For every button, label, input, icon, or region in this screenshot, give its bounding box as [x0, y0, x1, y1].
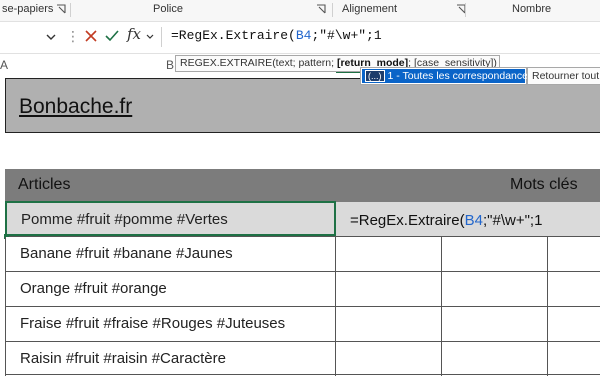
ribbon-separator — [332, 3, 333, 17]
ribbon-group-labels: se-papiers Police Alignement Nombre — [0, 0, 600, 22]
article-cell[interactable]: Fraise #fruit #fraise #Rouges #Juteuses — [5, 307, 336, 341]
keyword-cell[interactable] — [548, 307, 600, 341]
signature-before: REGEX.EXTRAIRE(text; pattern; — [180, 57, 337, 69]
dropdown-option-all-matches[interactable]: (...) 1 - Toutes les correspondances — [362, 69, 533, 83]
formula-suffix: ;"#\w+";1 — [311, 28, 382, 43]
fx-chevron-down-icon[interactable] — [145, 32, 155, 42]
edit-formula-suffix: ;"#\w+";1 — [482, 212, 543, 229]
formula-reference: B4 — [295, 28, 312, 43]
ribbon-group-number: Nombre — [512, 3, 552, 15]
option-description-tooltip: Retourner tout — [527, 67, 600, 85]
keyword-cell[interactable] — [442, 307, 548, 341]
font-launcher-icon[interactable] — [316, 4, 326, 14]
article-cell[interactable]: Raisin #fruit #raisin #Caractère — [5, 342, 336, 376]
formula-input[interactable]: =RegEx.Extraire(B4;"#\w+";1 — [171, 28, 382, 43]
option-label: 1 - Toutes les correspondances — [387, 70, 534, 82]
keyword-cell[interactable] — [548, 342, 600, 376]
ribbon-separator — [70, 3, 71, 17]
edit-formula-reference: B4 — [464, 212, 483, 229]
article-text: Fraise #fruit #fraise #Rouges #Juteuses — [20, 315, 286, 332]
keyword-cell[interactable] — [548, 272, 600, 306]
keyword-cell[interactable] — [336, 307, 442, 341]
article-text: Banane #fruit #banane #Jaunes — [20, 245, 233, 262]
edit-formula-prefix: =RegEx.Extraire( — [350, 212, 465, 229]
ribbon-separator — [465, 3, 466, 17]
column-header-b[interactable]: B — [166, 58, 174, 72]
keyword-cell[interactable] — [336, 237, 442, 271]
keyword-cell[interactable] — [442, 272, 548, 306]
option-badge: (...) — [365, 70, 385, 82]
formula-bar-dots-icon[interactable]: ⋮ — [66, 28, 80, 45]
cancel-formula-icon[interactable] — [84, 29, 98, 43]
formula-bar-separator — [161, 27, 162, 47]
article-cell[interactable]: Orange #fruit #orange — [5, 272, 336, 306]
table-row: Fraise #fruit #fraise #Rouges #Juteuses — [5, 307, 600, 342]
table-row: Pomme #fruit #pomme #Vertes =RegEx.Extra… — [4, 201, 600, 239]
ribbon-group-font: Police — [153, 3, 183, 15]
keyword-cell[interactable] — [442, 342, 548, 376]
ribbon-group-alignment: Alignement — [342, 3, 398, 15]
keyword-cell[interactable] — [336, 342, 442, 376]
enter-formula-icon[interactable] — [104, 29, 120, 43]
article-cell[interactable]: Banane #fruit #banane #Jaunes — [5, 237, 336, 271]
site-title: Bonbache.fr — [19, 95, 133, 118]
article-text: Pomme #fruit #pomme #Vertes — [21, 211, 228, 228]
keyword-cell[interactable] — [548, 202, 600, 236]
ribbon-group-clipboard: se-papiers — [2, 3, 54, 15]
header-articles[interactable]: Articles — [18, 176, 70, 194]
title-banner: Bonbache.fr — [5, 78, 600, 133]
formula-bar: ⋮ fx =RegEx.Extraire(B4;"#\w+";1 — [0, 22, 600, 54]
clipboard-launcher-icon[interactable] — [56, 4, 66, 14]
formula-prefix: =RegEx.Extraire( — [171, 28, 296, 43]
data-table: Articles Mots clés Pomme #fruit #pomme #… — [4, 169, 600, 377]
table-row: Orange #fruit #orange — [5, 272, 600, 307]
table-row: Raisin #fruit #raisin #Caractère — [5, 342, 600, 376]
namebox-chevron-down-icon[interactable] — [44, 30, 58, 44]
return-mode-dropdown[interactable]: (...) 1 - Toutes les correspondances — [360, 67, 533, 85]
table-row: Banane #fruit #banane #Jaunes — [5, 237, 600, 272]
article-text: Raisin #fruit #raisin #Caractère — [20, 350, 226, 367]
editing-cell-formula[interactable]: =RegEx.Extraire(B4;"#\w+";1 — [350, 212, 542, 229]
keyword-cell[interactable] — [336, 272, 442, 306]
article-cell[interactable]: Pomme #fruit #pomme #Vertes — [4, 201, 336, 239]
insert-function-button[interactable]: fx — [127, 25, 141, 43]
header-mots-cles[interactable]: Mots clés — [510, 176, 578, 194]
keyword-cell[interactable] — [548, 237, 600, 271]
article-text: Orange #fruit #orange — [20, 280, 167, 297]
keyword-cell[interactable] — [442, 237, 548, 271]
column-header-a[interactable]: A — [0, 58, 8, 72]
table-header: Articles Mots clés — [5, 169, 600, 202]
